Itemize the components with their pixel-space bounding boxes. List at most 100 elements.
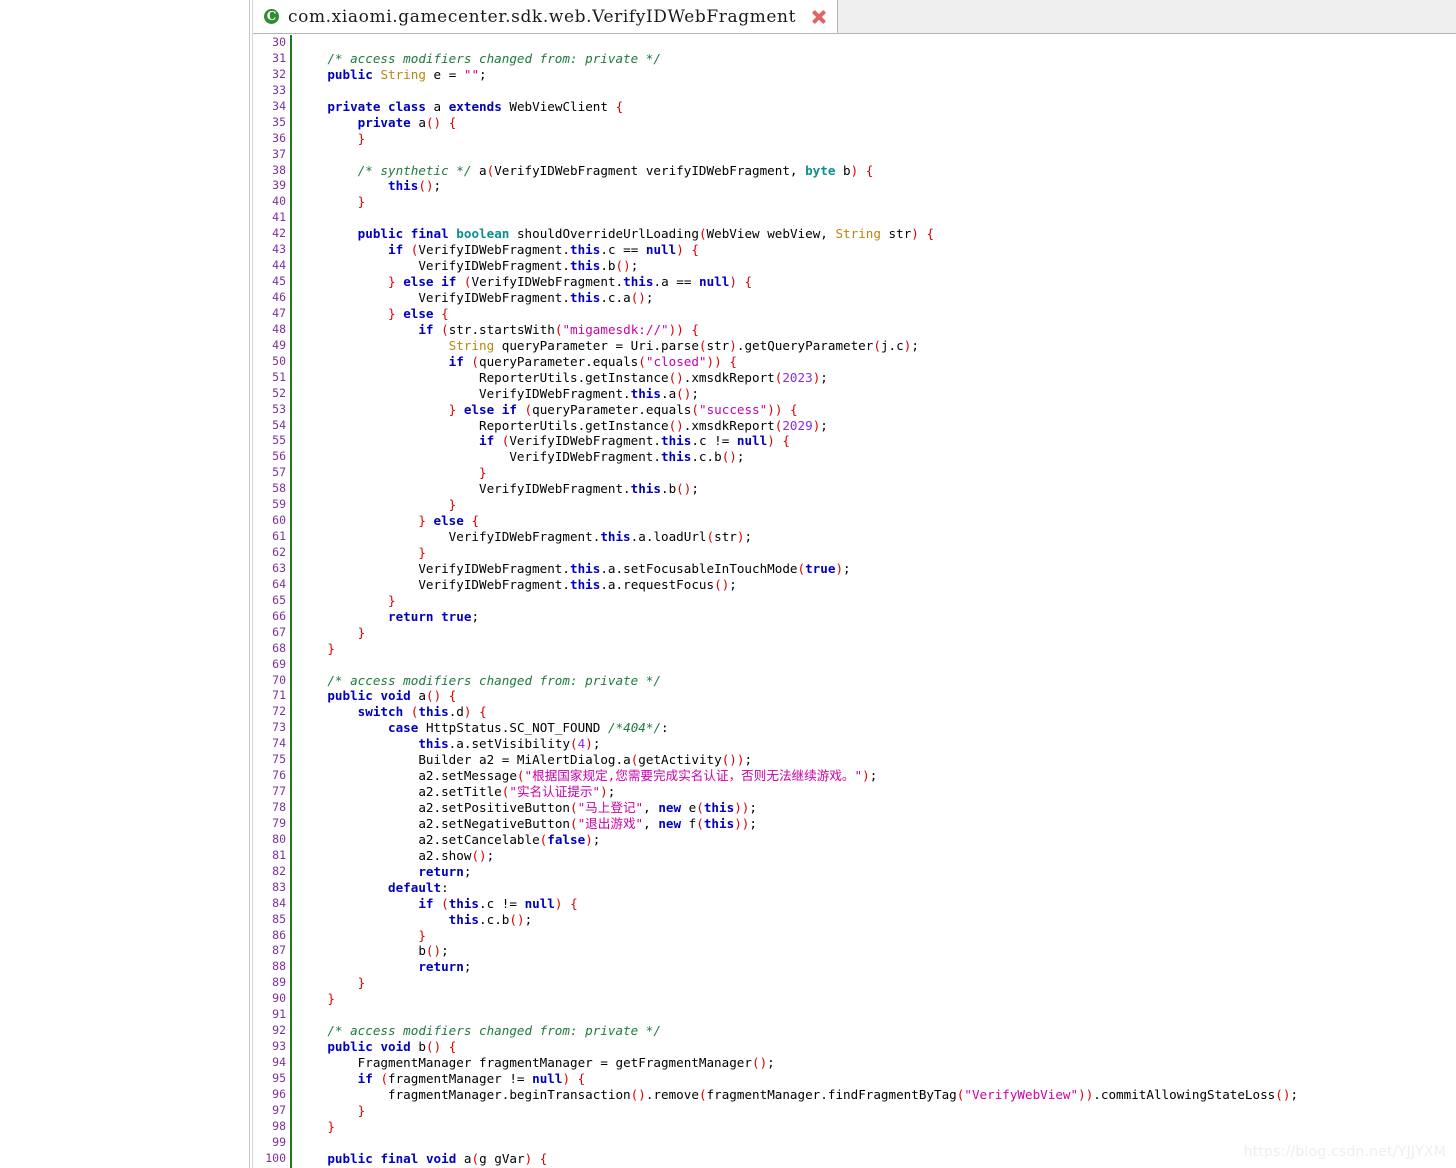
line-number: 89 [272,975,286,990]
line-number: 80 [272,831,286,846]
line-number: 65 [272,592,286,607]
code-line: if (queryParameter.equals("closed")) { [448,353,737,369]
code-line: a2.show(); [418,847,495,863]
line-number: 88 [272,959,286,974]
code-line: VerifyIDWebFragment.this.a.loadUrl(str); [448,529,753,545]
code-line: } else if (VerifyIDWebFragment.this.a ==… [388,274,753,290]
line-number: 87 [272,943,286,958]
line-number: 99 [272,1134,286,1149]
line-number: 46 [272,290,286,304]
line-number: 45 [272,274,286,289]
code-line: this.c.b(); [448,911,533,927]
code-line: public void a() { [327,688,457,704]
code-line: } [327,1118,335,1134]
line-number: 33 [272,82,286,97]
line-number: 100 [265,1150,286,1165]
line-number: 83 [272,879,286,894]
line-number: 75 [272,752,286,767]
code-line: } [357,130,366,146]
line-number: 70 [272,672,286,687]
line-number: 95 [272,1070,286,1085]
line-number: 36 [272,130,286,145]
code-line: Builder a2 = MiAlertDialog.a(getActivity… [418,752,753,768]
code-line: private class a extends WebViewClient { [327,98,624,114]
watermark: https://blog.csdn.net/YJJYXM [1243,1144,1446,1160]
line-number: 51 [272,369,286,384]
code-line: if (VerifyIDWebFragment.this.c == null) … [388,242,700,258]
line-number: 52 [272,385,286,400]
line-number: 91 [272,1007,286,1022]
line-number: 64 [272,576,286,591]
code-line: a2.setTitle("实名认证提示"); [418,784,616,800]
line-number: 96 [272,1086,286,1101]
code-line: } [357,194,366,210]
code-line: VerifyIDWebFragment.this.a.setFocusableI… [418,560,851,576]
line-number: 53 [272,401,286,416]
line-number: 98 [272,1118,286,1133]
line-number: 58 [272,481,286,496]
line-number: 37 [272,146,286,161]
line-number: 94 [272,1055,286,1069]
code-line: return true; [388,608,480,624]
line-number: 38 [272,162,286,177]
code-line: VerifyIDWebFragment.this.c.a(); [418,290,654,305]
close-icon[interactable] [810,8,828,26]
line-number: 60 [272,513,286,528]
line-number: 50 [272,353,286,368]
line-number: 59 [272,497,286,512]
code-line: } [418,927,426,943]
line-number: 79 [272,815,286,830]
line-number: 69 [272,656,286,671]
code-line: /* access modifiers changed from: privat… [327,672,661,688]
line-number: 56 [272,449,286,464]
code-line: /* access modifiers changed from: privat… [327,50,661,66]
line-number: 48 [272,321,286,336]
code-line: if (VerifyIDWebFragment.this.c != null) … [478,433,790,449]
line-number: 31 [272,50,286,65]
code-editor[interactable]: 30 31 32 33 34 35 36 37 38 39 40 41 42 43 44 45 46 47 48 49… [253,35,1456,1168]
line-number: 63 [272,560,286,575]
line-number: 43 [272,242,286,257]
code-line: if (this.c != null) { [418,895,578,911]
code-line: a2.setPositiveButton("马上登记", new e(this)… [418,800,757,815]
editor-tab-bar: C com.xiaomi.gamecenter.sdk.web.VerifyID… [253,0,1456,34]
code-line: VerifyIDWebFragment.this.b(); [418,258,639,274]
code-line: public String e = ""; [327,66,487,82]
code-line: switch (this.d) { [357,704,487,720]
line-number: 93 [272,1039,286,1054]
code-line: a2.setCancelable(false); [418,831,601,847]
code-line: } else { [418,513,480,529]
code-line: } [448,497,457,513]
code-line: this(); [388,178,442,194]
code-line: return; [418,959,472,975]
line-number: 78 [272,800,286,814]
code-line: String queryParameter = Uri.parse(str).g… [448,337,919,353]
code-line: ReporterUtils.getInstance().xmsdkReport(… [478,417,828,433]
code-line: } else { [388,305,449,321]
code-line: if (fragmentManager != null) { [357,1070,586,1086]
code-line: VerifyIDWebFragment.this.b(); [478,481,699,497]
line-number: 34 [272,98,286,113]
code-line: a2.setMessage("根据国家规定,您需要完成实名认证，否则无法继续游戏… [418,768,878,784]
code-content[interactable]: /* access modifiers changed from: privat… [297,35,1456,1168]
code-line: } else if (queryParameter.equals("succes… [448,401,798,417]
code-line: private a() { [357,114,457,130]
line-number: 57 [272,465,286,480]
line-number: 32 [272,66,286,81]
code-line: VerifyIDWebFragment.this.c.b(); [509,449,745,465]
class-file-icon: C [264,9,279,24]
line-number: 55 [272,433,286,448]
tab-verifyidwebfragment[interactable]: C com.xiaomi.gamecenter.sdk.web.VerifyID… [253,0,839,34]
code-line: if (str.startsWith("migamesdk://")) { [418,321,699,337]
line-number: 39 [272,178,286,193]
line-number: 41 [272,210,286,225]
line-number: 40 [272,194,286,209]
line-number: 62 [272,545,286,559]
tab-title: com.xiaomi.gamecenter.sdk.web.VerifyIDWe… [288,6,797,27]
line-number: 86 [272,927,286,942]
